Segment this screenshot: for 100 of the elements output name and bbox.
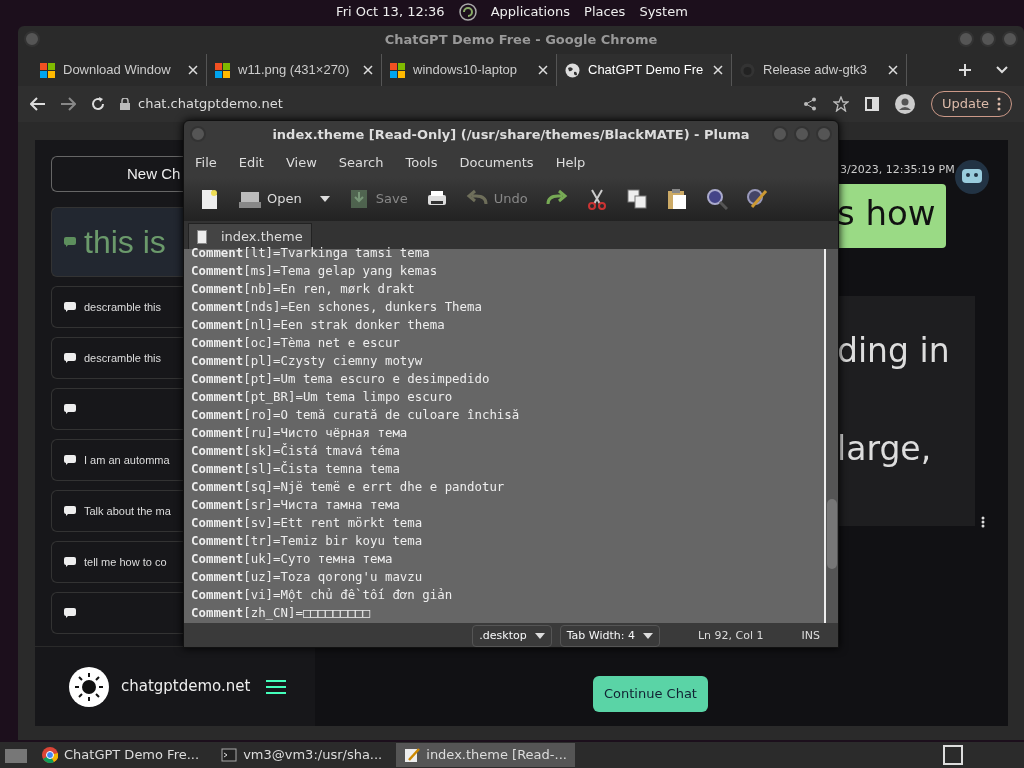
show-desktop-icon[interactable] [4,746,28,764]
window-title: ChatGPT Demo Free - Google Chrome [384,31,658,50]
sun-logo-icon [69,666,109,707]
open-toolbar-button[interactable]: Open [234,185,335,213]
tab-width-dropdown[interactable]: Tab Width: 4 [559,624,660,648]
chat-list-item[interactable]: I am an automma [51,439,183,481]
windows-logo-icon [390,62,405,78]
forward-arrow-icon[interactable] [60,97,76,111]
panel-menu[interactable]: Applications [490,2,571,22]
code-line: Comment[ms]=Tema gelap yang kemas [191,262,439,280]
close-icon[interactable] [888,65,898,75]
magnifier-icon [705,188,728,210]
person-icon[interactable] [894,94,915,114]
close-icon[interactable] [363,65,373,75]
code-line: Comment[sr]=Чиста тамна тема [191,496,401,514]
code-line: Comment[ru]=Чисто чёрная тема [191,424,409,442]
dropdown-arrow-icon[interactable] [319,196,330,202]
speech-bubble-icon [64,608,76,618]
code-line: Comment[sv]=Ett rent mörkt tema [191,514,424,532]
close-icon[interactable] [188,65,198,75]
scissors-icon [585,188,608,210]
code-line: Comment[nds]=Een schones, dunkers Thema [191,298,483,316]
dropdown-arrow-icon [534,633,545,639]
chat-list-item[interactable]: Talk about the ma [51,490,183,532]
share-icon[interactable] [802,97,817,111]
menu-item[interactable]: Tools [394,153,449,173]
robot-avatar-icon [955,160,989,194]
clipboard-icon [665,188,688,210]
clock: Fri Oct 13, 12:36 [336,3,445,22]
lock-icon [120,98,130,110]
chrome-logo-icon [42,747,58,763]
speech-bubble-icon [64,353,76,363]
code-line: Comment[pl]=Czysty ciemny motyw [191,352,424,370]
more-options-icon[interactable] [981,516,985,528]
speech-bubble-icon [64,557,76,567]
magnifier-pencil-icon [745,188,768,210]
side-panel-icon[interactable] [864,97,879,111]
menu-item[interactable]: Edit [227,153,275,173]
chat-list-item[interactable]: descramble this [51,286,183,328]
scrollbar[interactable] [824,249,838,623]
taskbar-button[interactable]: index.theme [Read-... [396,743,575,767]
code-line: Comment[pt_BR]=Um tema limpo escuro [191,388,454,406]
menu-item[interactable]: Documents [448,153,545,173]
globe-icon [565,62,580,78]
star-icon[interactable] [832,96,849,112]
taskbar-button[interactable]: ChatGPT Demo Fre... [34,743,208,767]
code-line: Comment[tr]=Temiz bir koyu tema [191,532,424,550]
code-line: Comment[oc]=Tèma net e escur [191,334,401,352]
notepad-pencil-icon [404,747,421,763]
message-timestamp: 3/2023, 12:35:19 PM [840,162,955,178]
window-title: index.theme [Read-Only] (/usr/share/themes/BlackMATE) - Pluma [272,126,750,145]
menu-item[interactable]: Search [327,153,395,173]
reload-icon[interactable] [90,96,106,112]
dropdown-arrow-icon [642,633,653,639]
language-dropdown[interactable]: .desktop [472,624,552,648]
document-icon [197,229,207,244]
speech-bubble-icon [64,506,76,516]
panel-menu[interactable]: System [639,2,688,22]
menu-item[interactable]: Help [544,153,597,173]
code-line: Comment[uk]=Суто темна тема [191,550,394,568]
reply-text: ding in [837,330,950,372]
continue-chat-button[interactable]: Continue Chat [593,676,708,712]
windows-logo-icon [215,62,230,78]
close-icon[interactable] [538,65,548,75]
code-line: Comment[uz]=Toza qorong'u mavzu [191,568,424,586]
speech-bubble-icon [64,237,76,247]
chat-list-item[interactable]: descramble this [51,337,183,379]
copy-pages-icon [625,188,648,210]
browser-tab[interactable]: ChatGPT Demo Fre [557,54,732,86]
speech-bubble-icon [64,302,76,312]
site-name: chatgptdemo.net [121,676,251,698]
close-icon[interactable] [713,65,723,75]
code-line: Comment[sk]=Čistá tmavá téma [191,442,401,460]
speech-bubble-icon [64,455,76,465]
code-line: Comment[pt]=Um tema escuro e desimpedido [191,370,491,388]
menu-item[interactable]: File [184,153,228,173]
plus-icon[interactable] [958,63,972,77]
menu-item[interactable]: View [274,153,328,173]
code-line: Comment[ro]=O temă curată de culoare închisă [191,406,521,424]
windows-logo-icon [40,62,55,78]
code-line: Comment[nl]=Een strak donker thema [191,316,446,334]
reply-text: large, [837,428,932,470]
chat-list-item[interactable]: tell me how to co [51,541,183,583]
hamburger-menu-icon[interactable] [266,678,287,695]
speech-bubble-icon [64,404,76,414]
swirl-logo-icon [458,3,477,21]
taskbar-button[interactable]: vm3@vm3:/usr/sha... [213,743,391,767]
panel-menu[interactable]: Places [584,2,626,22]
workspace-switcher-icon[interactable] [942,744,964,766]
url-field[interactable]: chat.chatgptdemo.net [138,94,283,114]
insert-mode: INS [801,627,820,644]
code-line: Comment[sl]=Čista temna tema [191,460,401,478]
code-line: Comment[sq]=Një temë e errt dhe e pandotur [191,478,506,496]
code-line: Comment[nb]=En ren, mørk drakt [191,280,416,298]
code-line: Comment[vi]=Một chủ đề tối đơn giản [191,586,454,604]
chat-list-item[interactable]: this is [51,207,183,277]
code-line: Comment[zh_CN]=□□□□□□□□□ [191,604,372,622]
more-options-icon [997,97,1001,111]
back-arrow-icon[interactable] [30,97,46,111]
chevron-down-icon[interactable] [996,66,1008,74]
